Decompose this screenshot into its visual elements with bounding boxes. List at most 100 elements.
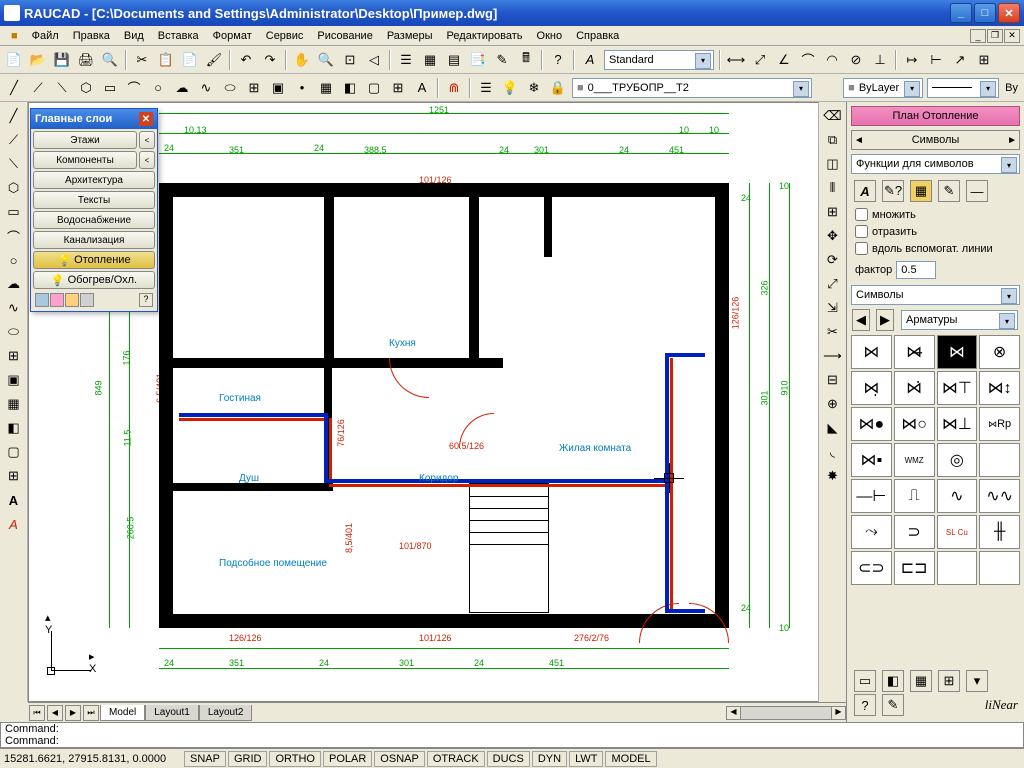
scale-icon[interactable]: ⤢ [822,273,844,295]
revcloud-tool-icon[interactable]: ☁ [3,273,25,295]
copy-obj-icon[interactable]: ⧉ [822,129,844,151]
model-toggle[interactable]: MODEL [605,751,656,767]
markup-icon[interactable]: ✎ [491,49,513,71]
symbol-meter[interactable]: ◎ [937,443,978,477]
xline-icon[interactable]: ⟋ [27,77,49,99]
offset-icon[interactable]: ⫴ [822,177,844,199]
menu-view[interactable]: Вид [117,28,151,44]
lwt-toggle[interactable]: LWT [569,751,603,767]
doc-close[interactable]: ✕ [1004,29,1020,43]
hatch-tool-icon[interactable]: ▦ [3,393,25,415]
doc-restore[interactable]: ❐ [987,29,1003,43]
ellipse-tool-icon[interactable]: ⬭ [3,321,25,343]
menu-help[interactable]: Справка [569,28,626,44]
layer-texts[interactable]: Тексты [33,191,155,209]
symbol-edit-icon[interactable]: ✎ [938,180,960,202]
menu-tools[interactable]: Сервис [259,28,311,44]
new-icon[interactable]: 📄 [3,49,25,71]
layer-hvac[interactable]: 💡Обогрев/Охл. [33,271,155,289]
tool-palettes-icon[interactable]: ▤ [443,49,465,71]
snap-toggle[interactable]: SNAP [184,751,226,767]
help-icon[interactable]: ? [547,49,569,71]
point-icon[interactable]: • [291,77,313,99]
trim-icon[interactable]: ✂ [822,321,844,343]
symbol-valve3[interactable]: ⋈ [937,335,978,369]
leader-icon[interactable]: ↗ [949,49,971,71]
spline-icon[interactable]: ∿ [195,77,217,99]
symbol-valve5[interactable]: ⋈̣ [851,371,892,405]
layer-floors[interactable]: Этажи [33,131,137,149]
menu-insert[interactable]: Вставка [151,28,206,44]
open-icon[interactable]: 📂 [27,49,49,71]
symbol-blank1[interactable] [979,443,1020,477]
plan-heading[interactable]: План Отопление [851,106,1020,126]
symbols2-combo[interactable]: Символы [851,285,1020,305]
extend-icon[interactable]: ⟶ [822,345,844,367]
symbol-blank2[interactable]: ⊂⊃ [851,551,892,585]
symbol-cap[interactable]: ⊃ [894,515,935,549]
polygon-tool-icon[interactable]: ⬡ [3,177,25,199]
symbol-blank3[interactable]: ⊏⊐ [894,551,935,585]
symbol-blank5[interactable] [979,551,1020,585]
symbol-valve11[interactable]: ⋈⊥ [937,407,978,441]
symbol-grid-icon[interactable]: ▦ [910,180,932,202]
layer-props-icon[interactable]: ☰ [475,77,497,99]
palette-title-bar[interactable]: Главные слои ✕ [31,109,157,129]
mtext-icon[interactable]: A [411,77,433,99]
menu-draw[interactable]: Рисование [310,28,379,44]
ortho-toggle[interactable]: ORTHO [269,751,321,767]
zoom-win-icon[interactable]: ⊡ [339,49,361,71]
symbol-line-icon[interactable]: — [966,180,988,202]
chamfer-icon[interactable]: ◣ [822,417,844,439]
region-tool-icon[interactable]: ▢ [3,441,25,463]
symbol-blank4[interactable] [937,551,978,585]
ellipse-icon[interactable]: ⬭ [219,77,241,99]
rp-btn6[interactable]: ? [854,694,876,716]
alongline-checkbox[interactable]: вдоль вспомогат. линии [855,242,1016,255]
mtext-tool-icon[interactable]: A [3,489,25,511]
properties-icon[interactable]: ☰ [395,49,417,71]
dim-diameter-icon[interactable]: ⊘ [845,49,867,71]
paste-icon[interactable]: 📄 [179,49,201,71]
circle-icon[interactable]: ○ [147,77,169,99]
tab-layout1[interactable]: Layout1 [145,705,199,721]
sheet-set-icon[interactable]: 📑 [467,49,489,71]
symbol-valve8[interactable]: ⋈↕ [979,371,1020,405]
functions-combo[interactable]: Функции для символов [851,154,1020,174]
maximize-button[interactable]: □ [974,3,996,23]
cat-next[interactable]: ▶ [876,309,894,331]
symbol-line1[interactable]: —⊢ [851,479,892,513]
minimize-button[interactable]: _ [950,3,972,23]
symbol-slcu[interactable]: SL Cu [937,515,978,549]
rp-btn4[interactable]: ⊞ [938,670,960,692]
hscrollbar[interactable]: ◀ ▶ [726,706,846,720]
dim-continue-icon[interactable]: ↦ [901,49,923,71]
fillet-icon[interactable]: ◟ [822,441,844,463]
osnap-toggle[interactable]: OSNAP [374,751,425,767]
menu-file[interactable]: Файл [25,28,66,44]
menu-edit[interactable]: Правка [66,28,117,44]
erase-icon[interactable]: ⌫ [822,105,844,127]
polar-toggle[interactable]: POLAR [323,751,372,767]
break-icon[interactable]: ⊟ [822,369,844,391]
pline-icon[interactable]: ⟍ [51,77,73,99]
color-combo[interactable]: ■ByLayer [843,78,923,98]
layer-freeze-icon[interactable]: ❄ [523,77,545,99]
layer-architecture[interactable]: Архитектура [33,171,155,189]
symbol-valve9[interactable]: ⋈● [851,407,892,441]
tab-prev[interactable]: ◀ [47,705,63,721]
zoom-prev-icon[interactable]: ◁ [363,49,385,71]
block-tool-icon[interactable]: ▣ [3,369,25,391]
symbol-text-icon[interactable]: A [854,180,876,202]
block-icon[interactable]: ▣ [267,77,289,99]
linetype-combo[interactable] [927,78,999,98]
layer-combo[interactable]: ■0___ТРУБОПР__Т2 [572,78,812,98]
mtext-tool2-icon[interactable]: A [3,513,25,535]
symbol-valve7[interactable]: ⋈⊤ [937,371,978,405]
menu-format[interactable]: Формат [206,28,259,44]
table-icon[interactable]: ⊞ [387,77,409,99]
dyn-toggle[interactable]: DYN [532,751,567,767]
menu-dimension[interactable]: Размеры [380,28,440,44]
doc-minimize[interactable]: _ [970,29,986,43]
save-icon[interactable]: 💾 [51,49,73,71]
